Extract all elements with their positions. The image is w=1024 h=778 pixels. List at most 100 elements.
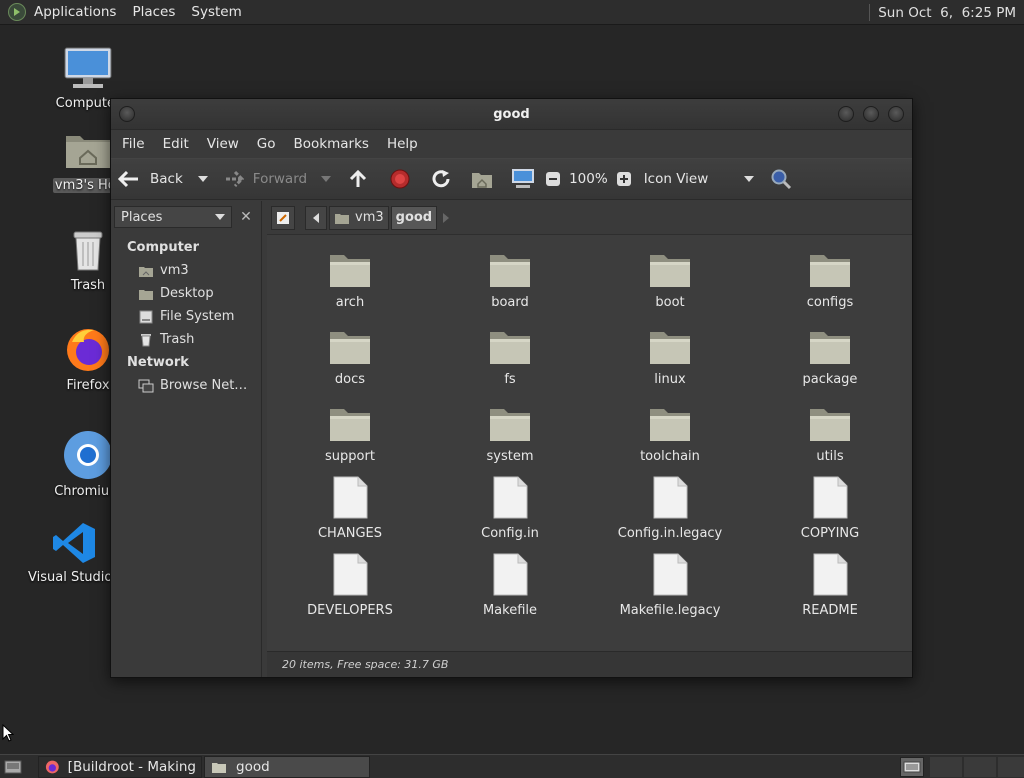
back-history-dropdown[interactable] — [197, 164, 208, 194]
menu-view[interactable]: View — [198, 136, 248, 152]
network-icon — [138, 378, 154, 394]
folder-item[interactable]: fs — [430, 322, 590, 387]
folder-item[interactable]: toolchain — [590, 399, 750, 464]
menu-help[interactable]: Help — [378, 136, 427, 152]
menu-places[interactable]: Places — [124, 4, 183, 20]
file-item[interactable]: COPYING — [750, 476, 910, 541]
status-text: 20 items, Free space: 31.7 GB — [282, 658, 449, 671]
menu-system[interactable]: System — [183, 4, 249, 20]
menu-go[interactable]: Go — [248, 136, 285, 152]
crumb-vm3[interactable]: vm3 — [329, 205, 389, 230]
file-item[interactable]: CHANGES — [270, 476, 430, 541]
show-desktop-icon — [4, 760, 22, 773]
close-sidebar-button[interactable]: ✕ — [235, 206, 257, 228]
chevron-left-icon — [313, 212, 319, 223]
zoom-out-button[interactable] — [545, 164, 561, 194]
reload-button[interactable] — [430, 164, 452, 194]
file-name-label: utils — [816, 449, 844, 464]
zoom-level: 100% — [569, 171, 608, 187]
folder-item[interactable]: system — [430, 399, 590, 464]
computer-icon — [512, 169, 535, 188]
computer-button[interactable] — [511, 164, 535, 194]
folder-icon — [270, 245, 430, 289]
file-name-label: CHANGES — [317, 526, 382, 541]
sidebar-section-network: Network — [127, 355, 189, 370]
back-button[interactable]: Back — [117, 164, 183, 194]
folder-icon — [430, 245, 590, 289]
folder-icon — [430, 399, 590, 443]
workspace-slot[interactable] — [998, 757, 1024, 777]
up-button[interactable] — [347, 164, 369, 194]
window-menu-button[interactable] — [119, 106, 135, 122]
titlebar[interactable]: good — [111, 99, 912, 130]
folder-icon — [750, 322, 910, 366]
sidebar-item-filesystem[interactable]: File System — [111, 305, 261, 328]
file-name-label: docs — [334, 372, 366, 387]
icon-grid: arch board boot configs docs fs linux package su… — [267, 237, 912, 627]
path-scroll-right-button[interactable] — [439, 206, 453, 230]
document-icon — [750, 553, 910, 597]
menu-bookmarks[interactable]: Bookmarks — [285, 136, 378, 152]
file-item[interactable]: README — [750, 553, 910, 618]
toggle-location-button[interactable] — [271, 205, 295, 230]
file-item[interactable]: Config.in — [430, 476, 590, 541]
folder-item[interactable]: docs — [270, 322, 430, 387]
file-item[interactable]: Makefile.legacy — [590, 553, 750, 618]
home-icon — [335, 213, 349, 224]
folder-item[interactable]: configs — [750, 245, 910, 310]
file-name-label: board — [491, 295, 529, 310]
file-name-label: configs — [806, 295, 854, 310]
file-name-label: DEVELOPERS — [307, 603, 393, 618]
crumb-good[interactable]: good — [390, 205, 438, 230]
folder-icon — [590, 245, 750, 289]
taskbar-item-good[interactable]: good — [204, 755, 370, 778]
taskbar-label: good — [236, 758, 270, 775]
menu-file[interactable]: File — [113, 136, 154, 152]
search-button[interactable] — [770, 164, 792, 194]
folder-item[interactable]: support — [270, 399, 430, 464]
maximize-button[interactable] — [863, 106, 879, 122]
taskbar-item-buildroot[interactable]: [Buildroot - Making ... — [38, 755, 202, 778]
close-button[interactable] — [888, 106, 904, 122]
workspace-slot[interactable] — [964, 757, 996, 777]
folder-item[interactable]: utils — [750, 399, 910, 464]
folder-item[interactable]: arch — [270, 245, 430, 310]
forward-history-dropdown[interactable] — [321, 164, 332, 194]
folder-item[interactable]: package — [750, 322, 910, 387]
folder-item[interactable]: boot — [590, 245, 750, 310]
menu-applications[interactable]: Applications — [26, 4, 124, 20]
chevron-down-icon — [321, 176, 332, 182]
forward-label: Forward — [252, 171, 308, 187]
folder-item[interactable]: board — [430, 245, 590, 310]
file-name-label: README — [802, 603, 858, 618]
breadcrumb: vm3 good — [267, 201, 912, 235]
distro-logo-icon[interactable] — [8, 3, 26, 21]
firefox-icon — [67, 329, 109, 371]
view-mode-select[interactable]: Icon View — [644, 164, 754, 194]
show-desktop-button[interactable] — [2, 756, 24, 778]
places-combo[interactable]: Places — [114, 206, 232, 228]
desktop-icon-vscode[interactable]: Visual Studio Co — [26, 520, 134, 585]
forward-button[interactable]: Forward — [221, 164, 307, 194]
crumb-label: good — [395, 210, 433, 225]
minimize-button[interactable] — [838, 106, 854, 122]
file-item[interactable]: Makefile — [430, 553, 590, 618]
zoom-in-button[interactable] — [616, 164, 632, 194]
sidebar-item-browse-network[interactable]: Browse Net… — [111, 374, 261, 397]
path-scroll-left-button[interactable] — [305, 205, 327, 230]
sidebar-item-desktop[interactable]: Desktop — [111, 282, 261, 305]
workspace-switcher[interactable] — [900, 757, 924, 777]
sidebar-item-vm3[interactable]: vm3 — [111, 259, 261, 282]
bottom-panel: [Buildroot - Making ... good — [0, 754, 1024, 778]
folder-item[interactable]: linux — [590, 322, 750, 387]
file-item[interactable]: DEVELOPERS — [270, 553, 430, 618]
workspace-slot[interactable] — [930, 757, 962, 777]
toolbar: Back Forward 100% Icon View — [111, 158, 912, 200]
file-item[interactable]: Config.in.legacy — [590, 476, 750, 541]
sidebar-section-computer: Computer — [127, 240, 200, 255]
stop-button[interactable] — [389, 164, 411, 194]
home-button[interactable] — [471, 164, 493, 194]
menu-edit[interactable]: Edit — [154, 136, 198, 152]
sidebar-item-trash[interactable]: Trash — [111, 328, 261, 351]
clock[interactable]: Sun Oct 6, 6:25 PM — [878, 5, 1016, 21]
